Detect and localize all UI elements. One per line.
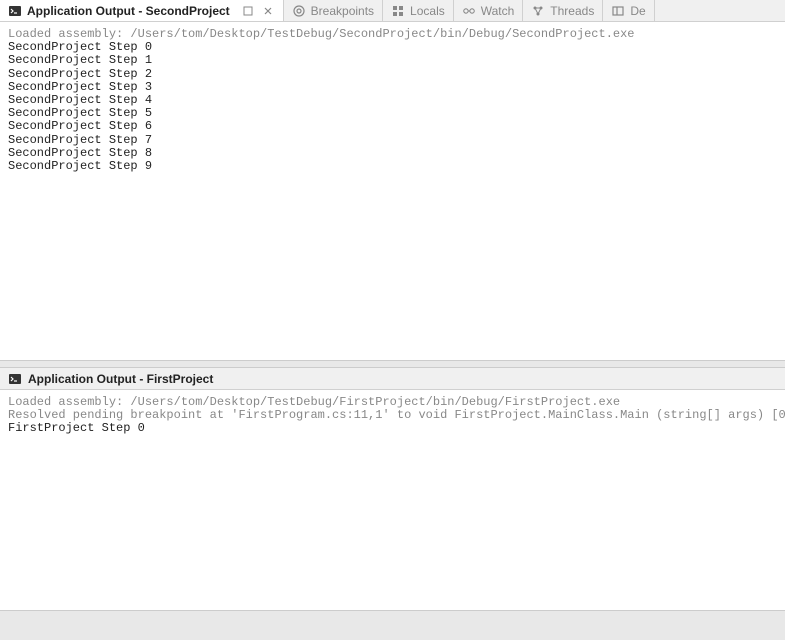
terminal-icon — [8, 4, 22, 18]
tab-debug[interactable]: De — [603, 0, 654, 21]
terminal-icon — [8, 372, 22, 386]
target-icon — [292, 4, 306, 18]
minimize-icon[interactable] — [241, 4, 255, 18]
tab-threads[interactable]: Threads — [523, 0, 603, 21]
tab-label: Watch — [481, 4, 515, 18]
splitter[interactable] — [0, 360, 785, 368]
output-header-bottom[interactable]: Application Output - FirstProject — [0, 368, 785, 390]
output-header-title: Application Output - FirstProject — [28, 372, 213, 386]
close-icon[interactable] — [261, 4, 275, 18]
tab-application-output[interactable]: Application Output - SecondProject — [0, 0, 284, 21]
tab-label: Threads — [550, 4, 594, 18]
output-line: SecondProject Step 1 — [8, 54, 777, 67]
output-line: SecondProject Step 3 — [8, 81, 777, 94]
grid-icon — [391, 4, 405, 18]
tab-locals[interactable]: Locals — [383, 0, 454, 21]
output-line: SecondProject Step 7 — [8, 134, 777, 147]
output-line: SecondProject Step 6 — [8, 120, 777, 133]
output-line: SecondProject Step 2 — [8, 68, 777, 81]
threads-icon — [531, 4, 545, 18]
status-bar — [0, 610, 785, 640]
tab-label: Locals — [410, 4, 445, 18]
output-text-bottom[interactable]: Loaded assembly: /Users/tom/Desktop/Test… — [0, 390, 785, 442]
output-text-top[interactable]: Loaded assembly: /Users/tom/Desktop/Test… — [0, 22, 785, 179]
output-pane-top: Loaded assembly: /Users/tom/Desktop/Test… — [0, 22, 785, 360]
tab-label: De — [630, 4, 645, 18]
tab-breakpoints[interactable]: Breakpoints — [284, 0, 383, 21]
tab-bar: Application Output - SecondProject Break… — [0, 0, 785, 22]
panel-icon — [611, 4, 625, 18]
output-pane-bottom: Loaded assembly: /Users/tom/Desktop/Test… — [0, 390, 785, 610]
tab-label: Breakpoints — [311, 4, 374, 18]
output-line: FirstProject Step 0 — [8, 422, 777, 435]
tab-watch[interactable]: Watch — [454, 0, 524, 21]
tab-label: Application Output - SecondProject — [27, 4, 230, 18]
output-line: SecondProject Step 9 — [8, 160, 777, 173]
output-line: SecondProject Step 8 — [8, 147, 777, 160]
glasses-icon — [462, 4, 476, 18]
